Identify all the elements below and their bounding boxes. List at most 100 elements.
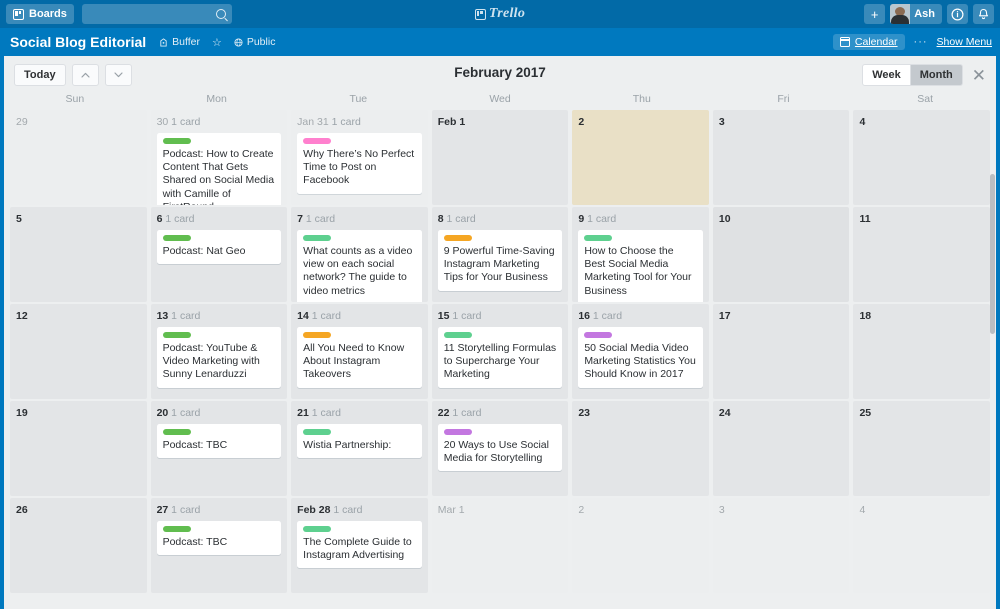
calendar-day-cell[interactable]: 13 1 cardPodcast: YouTube & Video Market… <box>151 304 288 399</box>
calendar-day-cell[interactable]: 11 <box>853 207 990 302</box>
card-title: How to Choose the Best Social Media Mark… <box>584 245 697 298</box>
globe-icon <box>234 38 243 47</box>
calendar-card[interactable]: Podcast: YouTube & Video Marketing with … <box>157 327 282 388</box>
card-label-orange[interactable] <box>444 235 472 241</box>
calendar-day-cell[interactable]: 17 <box>713 304 850 399</box>
calendar-day-cell[interactable]: 25 <box>853 401 990 496</box>
card-label-green[interactable] <box>163 332 191 338</box>
user-menu[interactable]: Ash <box>890 4 942 24</box>
card-label-light_green[interactable] <box>303 235 331 241</box>
calendar-card[interactable]: Podcast: TBC <box>157 424 282 458</box>
info-button[interactable] <box>947 4 968 24</box>
card-label-green[interactable] <box>163 138 191 144</box>
calendar-card[interactable]: Why There’s No Perfect Time to Post on F… <box>297 133 422 194</box>
calendar-day-cell[interactable]: 6 1 cardPodcast: Nat Geo <box>151 207 288 302</box>
calendar-day-cell[interactable]: 24 <box>713 401 850 496</box>
day-number-label: 17 <box>719 310 844 322</box>
card-label-green[interactable] <box>163 429 191 435</box>
calendar-card[interactable]: Podcast: TBC <box>157 521 282 555</box>
calendar-day-cell[interactable]: 15 1 card11 Storytelling Formulas to Sup… <box>432 304 569 399</box>
calendar-day-cell[interactable]: 7 1 cardWhat counts as a video view on e… <box>291 207 428 302</box>
calendar-day-cell[interactable]: 5 <box>10 207 147 302</box>
vertical-scrollbar[interactable] <box>990 174 995 334</box>
more-options-button[interactable]: ··· <box>914 36 928 48</box>
card-count: 1 card <box>168 310 200 322</box>
calendar-day-cell[interactable]: 18 <box>853 304 990 399</box>
card-label-orange[interactable] <box>303 332 331 338</box>
calendar-card[interactable]: The Complete Guide to Instagram Advertis… <box>297 521 422 568</box>
calendar-day-cell[interactable]: Feb 1 <box>432 110 569 205</box>
notifications-button[interactable] <box>973 4 994 24</box>
boards-button[interactable]: Boards <box>6 4 74 24</box>
calendar-day-cell[interactable]: 19 <box>10 401 147 496</box>
card-label-light_green[interactable] <box>303 526 331 532</box>
view-week-button[interactable]: Week <box>862 64 911 86</box>
show-menu-button[interactable]: Show Menu <box>937 36 992 48</box>
card-count: 1 card <box>449 407 481 419</box>
calendar-card[interactable]: What counts as a video view on each soci… <box>297 230 422 302</box>
card-label-green[interactable] <box>163 235 191 241</box>
calendar-day-cell[interactable]: 20 1 cardPodcast: TBC <box>151 401 288 496</box>
calendar-day-cell[interactable]: 30 1 cardPodcast: How to Create Content … <box>151 110 288 205</box>
card-count: 1 card <box>590 310 622 322</box>
day-number: 16 <box>578 310 590 322</box>
close-calendar-button[interactable]: ✕ <box>972 67 986 84</box>
calendar-day-cell[interactable]: Feb 28 1 cardThe Complete Guide to Insta… <box>291 498 428 593</box>
trello-logo[interactable]: Trello <box>455 6 545 22</box>
card-label-light_green[interactable] <box>303 429 331 435</box>
search-input[interactable] <box>82 4 232 24</box>
calendar-day-cell[interactable]: 4 <box>853 498 990 593</box>
calendar-day-cell[interactable]: 10 <box>713 207 850 302</box>
today-button[interactable]: Today <box>14 64 66 86</box>
board-team[interactable]: Buffer <box>159 36 200 48</box>
view-month-button[interactable]: Month <box>911 64 963 86</box>
calendar-day-cell[interactable]: 29 <box>10 110 147 205</box>
calendar-day-cell[interactable]: 9 1 cardHow to Choose the Best Social Me… <box>572 207 709 302</box>
calendar-icon <box>840 37 850 47</box>
calendar-card[interactable]: Wistia Partnership: <box>297 424 422 458</box>
calendar-card[interactable]: 9 Powerful Time-Saving Instagram Marketi… <box>438 230 563 291</box>
calendar-day-cell[interactable]: 4 <box>853 110 990 205</box>
next-period-button[interactable] <box>105 64 132 86</box>
calendar-day-cell[interactable]: 8 1 card9 Powerful Time-Saving Instagram… <box>432 207 569 302</box>
calendar-day-cell[interactable]: 2 <box>572 110 709 205</box>
calendar-day-cell[interactable]: Jan 31 1 cardWhy There’s No Perfect Time… <box>291 110 428 205</box>
calendar-day-cell[interactable]: 21 1 cardWistia Partnership: <box>291 401 428 496</box>
calendar-day-cell[interactable]: 2 <box>572 498 709 593</box>
calendar-day-cell[interactable]: 12 <box>10 304 147 399</box>
calendar-day-cell[interactable]: Mar 1 <box>432 498 569 593</box>
calendar-day-cell[interactable]: 3 <box>713 498 850 593</box>
calendar-card[interactable]: 20 Ways to Use Social Media for Storytel… <box>438 424 563 471</box>
card-label-green[interactable] <box>163 526 191 532</box>
board-visibility[interactable]: Public <box>234 36 276 48</box>
card-label-light_green[interactable] <box>444 332 472 338</box>
calendar-day-cell[interactable]: 14 1 cardAll You Need to Know About Inst… <box>291 304 428 399</box>
day-number: 3 <box>719 504 725 516</box>
add-button[interactable]: + <box>864 4 885 24</box>
card-count: 1 card <box>444 213 476 225</box>
calendar-card[interactable]: Podcast: Nat Geo <box>157 230 282 264</box>
calendar-day-cell[interactable]: 22 1 card20 Ways to Use Social Media for… <box>432 401 569 496</box>
board-title[interactable]: Social Blog Editorial <box>10 34 146 50</box>
calendar-day-cell[interactable]: 23 <box>572 401 709 496</box>
calendar-day-cell[interactable]: 27 1 cardPodcast: TBC <box>151 498 288 593</box>
calendar-card[interactable]: All You Need to Know About Instagram Tak… <box>297 327 422 388</box>
calendar-day-cell[interactable]: 3 <box>713 110 850 205</box>
calendar-grid: 2930 1 cardPodcast: How to Create Conten… <box>4 110 996 595</box>
board-header: Social Blog Editorial Buffer ☆ Public Ca… <box>0 28 1000 56</box>
card-label-light_green[interactable] <box>584 235 612 241</box>
calendar-day-cell[interactable]: 16 1 card 50 Social Media Video Marketing… <box>572 304 709 399</box>
calendar-powerup-button[interactable]: Calendar <box>833 34 905 50</box>
calendar-card[interactable]: 50 Social Media Video Marketing Statisti… <box>578 327 703 388</box>
calendar-card[interactable]: Podcast: How to Create Content That Gets… <box>157 133 282 205</box>
calendar-card[interactable]: 11 Storytelling Formulas to Supercharge … <box>438 327 563 388</box>
card-label-purple[interactable] <box>444 429 472 435</box>
bell-icon <box>977 8 990 21</box>
card-count: 1 card <box>168 116 200 128</box>
card-label-pink[interactable] <box>303 138 331 144</box>
previous-period-button[interactable] <box>72 64 99 86</box>
star-icon[interactable]: ☆ <box>212 36 222 49</box>
calendar-card[interactable]: How to Choose the Best Social Media Mark… <box>578 230 703 302</box>
calendar-day-cell[interactable]: 26 <box>10 498 147 593</box>
card-label-purple[interactable] <box>584 332 612 338</box>
